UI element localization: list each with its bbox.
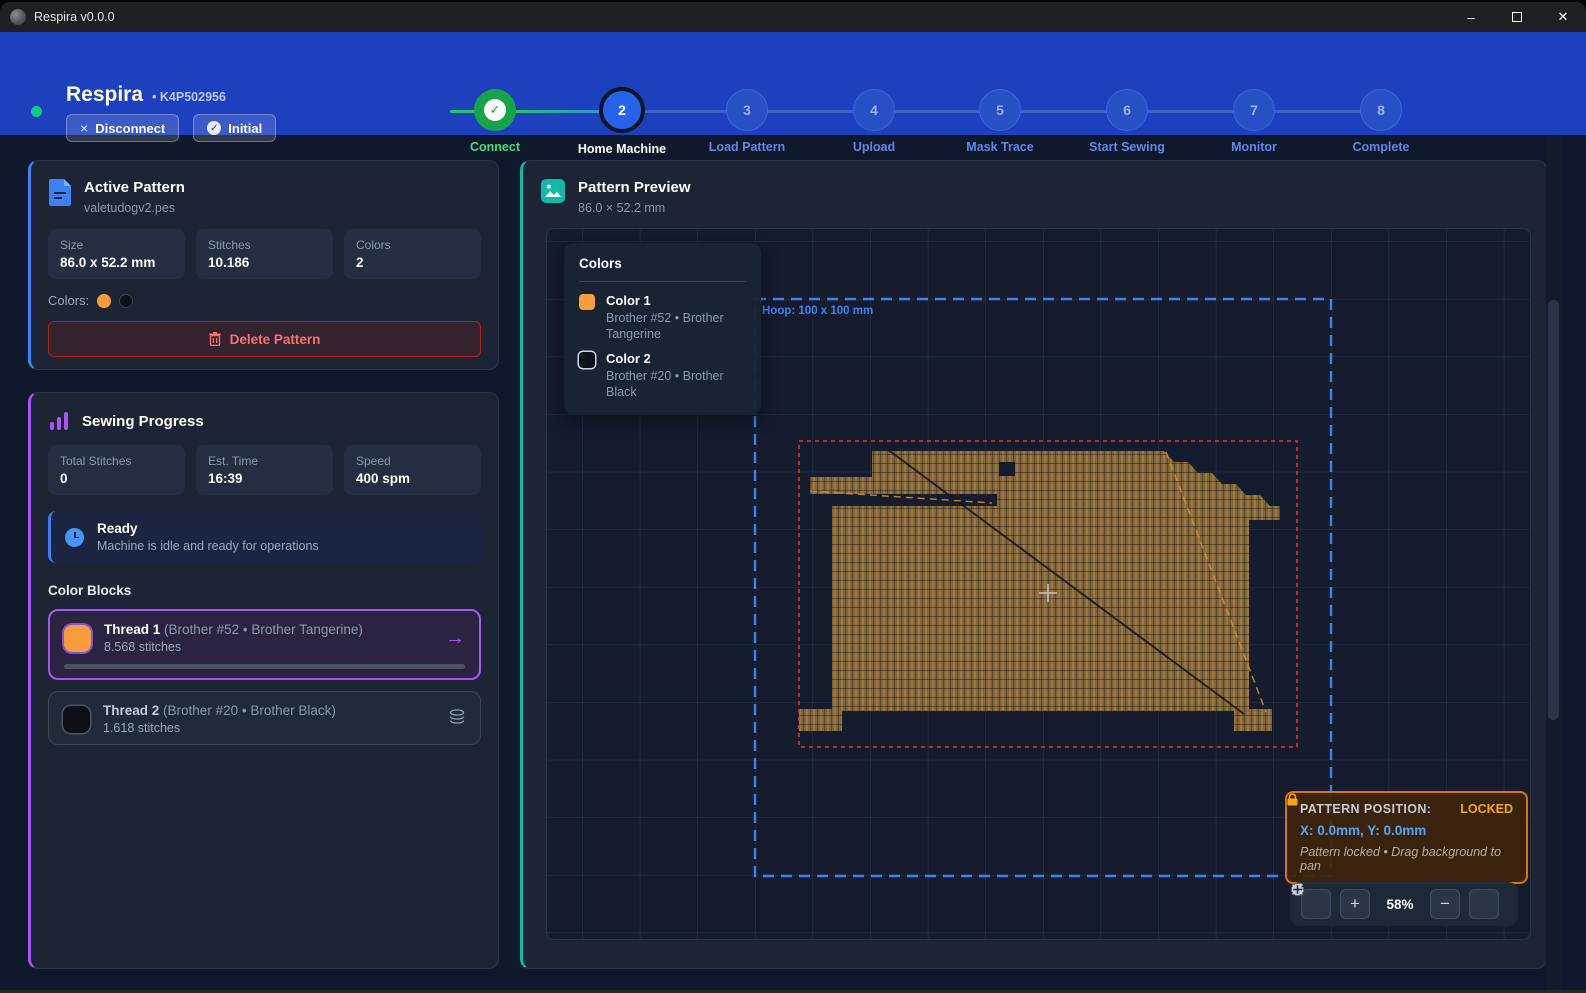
refresh-icon [1290,882,1305,897]
fit-view-button[interactable] [1301,889,1331,919]
legend-entry-color1: Color 1 Brother #52 • Brother Tangerine [579,293,746,342]
step-circle: 7 [1233,89,1275,131]
minimize-button[interactable]: – [1448,2,1494,32]
maximize-button[interactable] [1494,2,1540,32]
step-circle: 8 [1360,89,1402,131]
zoom-in-button[interactable]: + [1340,889,1370,919]
colors-legend: Colors Color 1 Brother #52 • Brother Tan… [564,243,761,415]
legend-swatch-black [579,352,595,368]
arrow-right-icon: → [445,627,465,650]
step-circle: 2 [599,87,645,133]
step-mask-trace[interactable]: 5 Mask Trace [937,89,1063,154]
stat-speed: Speed 400 spm [344,445,481,495]
sewing-progress-card: Sewing Progress Total Stitches 0 Est. Ti… [28,392,499,969]
app-window: Respira v0.0.0 – ✕ Respira • K4P502956 ×… [0,2,1586,993]
step-connect[interactable]: ✓ Connect [432,89,558,154]
step-complete[interactable]: 8 Complete [1318,89,1444,154]
stat-size: Size 86.0 x 52.2 mm [48,229,185,279]
trash-icon [209,332,221,346]
scrollbar-thumb[interactable] [1548,300,1559,720]
pan-hint: Pattern locked • Drag background to pan [1300,845,1513,873]
active-pattern-card: Active Pattern valetudogv2.pes Size 86.0… [28,160,499,370]
stat-est-time: Est. Time 16:39 [196,445,333,495]
pattern-dimensions: 86.0 × 52.2 mm [578,201,691,215]
app-icon [10,9,26,25]
clock-icon [65,528,84,547]
machine-status-banner: Ready Machine is idle and ready for oper… [48,511,481,563]
preview-canvas[interactable]: Hoop: 100 x 100 mm Colors Color 1 Brothe… [546,228,1531,940]
app-header: Respira • K4P502956 × Disconnect ✓ Initi… [0,32,1586,135]
step-upload[interactable]: 4 Upload [811,89,937,154]
color-swatch-tangerine [97,294,111,308]
thread-title: Thread 2 (Brother #20 • Brother Black) [103,703,336,718]
pattern-preview-card: Pattern Preview 86.0 × 52.2 mm [520,160,1547,969]
hoop-label: Hoop: 100 x 100 mm [762,305,873,317]
legend-swatch-tangerine [579,294,595,310]
thread-stitch-count: 8.568 stitches [104,640,363,654]
thread-color-swatch [63,706,90,733]
step-start-sewing[interactable]: 6 Start Sewing [1064,89,1190,154]
lock-status: LOCKED [1460,802,1513,816]
reset-view-button[interactable] [1469,889,1499,919]
stat-colors: Colors 2 [344,229,481,279]
step-circle: 5 [979,89,1021,131]
image-icon [541,179,565,203]
pattern-coordinates: X: 0.0mm, Y: 0.0mm [1300,823,1513,838]
disconnect-button[interactable]: × Disconnect [66,114,179,142]
zoom-out-button[interactable]: − [1430,889,1460,919]
pattern-filename: valetudogv2.pes [84,201,185,215]
zoom-level: 58% [1379,897,1421,912]
card-title: Active Pattern [84,179,185,196]
step-circle: 4 [853,89,895,131]
color-blocks-label: Color Blocks [31,563,498,598]
step-monitor[interactable]: 7 Monitor [1191,89,1317,154]
legend-entry-color2: Color 2 Brother #20 • Brother Black [579,351,746,400]
stitch-shape [799,449,1280,731]
stat-total-stitches: Total Stitches 0 [48,445,185,495]
bar-chart-icon [49,411,69,431]
connection-status-dot [31,106,42,117]
thread-color-swatch [64,625,91,652]
title-bar[interactable]: Respira v0.0.0 – ✕ [0,2,1586,32]
step-circle: 3 [726,89,768,131]
screen: Respira v0.0.0 – ✕ Respira • K4P502956 ×… [0,0,1586,993]
layers-icon [448,708,466,731]
zoom-toolbar: + 58% − [1290,882,1518,926]
card-title: Sewing Progress [82,413,204,430]
step-circle: 6 [1106,89,1148,131]
vertical-scrollbar[interactable] [1546,135,1561,993]
machine-serial: • K4P502956 [152,90,226,104]
thread-title: Thread 1 (Brother #52 • Brother Tangerin… [104,622,363,637]
app-name: Respira [66,83,143,107]
delete-pattern-button[interactable]: Delete Pattern [48,321,481,357]
card-title: Pattern Preview [578,179,691,196]
thread-stitch-count: 1.618 stitches [103,721,336,735]
close-button[interactable]: ✕ [1540,2,1586,32]
color-swatch-black [119,294,133,308]
window-title: Respira v0.0.0 [34,10,115,24]
step-load-pattern[interactable]: 3 Load Pattern [684,89,810,154]
maximize-icon [1512,12,1522,22]
check-icon: ✓ [484,99,506,121]
step-circle: ✓ [474,89,516,131]
document-icon [49,179,71,206]
close-icon: × [80,120,88,136]
stat-stitches: Stitches 10.186 [196,229,333,279]
thread-block-1[interactable]: Thread 1 (Brother #52 • Brother Tangerin… [48,609,481,680]
pattern-position-overlay: PATTERN POSITION: LOCKED X: 0.0mm, Y: 0.… [1285,791,1528,884]
step-home-machine[interactable]: 2 Home Machine [559,89,685,156]
thread-block-2[interactable]: Thread 2 (Brother #20 • Brother Black) 1… [48,691,481,745]
thread-progress-bar [64,664,465,669]
colors-label: Colors: [48,293,89,308]
initial-button[interactable]: ✓ Initial [193,114,276,142]
lock-icon [1287,793,1298,806]
check-circle-icon: ✓ [207,121,221,135]
